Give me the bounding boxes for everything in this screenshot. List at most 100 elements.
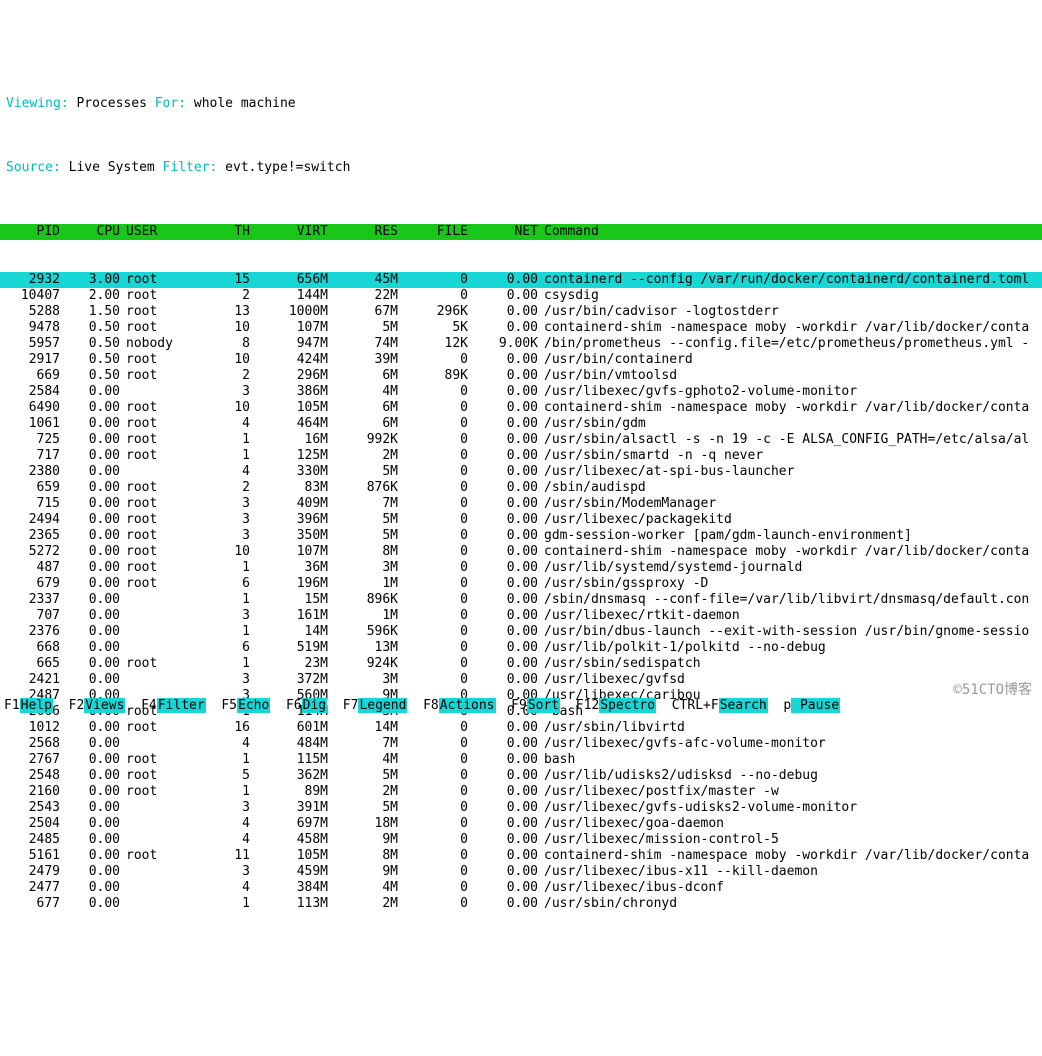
process-row[interactable]: 23370.00115M896K00.00/sbin/dnsmasq --con… xyxy=(0,592,1042,608)
process-row[interactable]: 51610.00root11105M8M00.00containerd-shim… xyxy=(0,848,1042,864)
col-virt[interactable]: VIRT xyxy=(250,224,328,240)
process-row[interactable]: 23800.004330M5M00.00/usr/libexec/at-spi-… xyxy=(0,464,1042,480)
cell-res: 1M xyxy=(328,608,398,624)
fkey-label-CTRL+F[interactable]: Search xyxy=(719,698,768,713)
process-row[interactable]: 24770.004384M4M00.00/usr/libexec/ibus-dc… xyxy=(0,880,1042,896)
cell-cmd: /usr/lib/systemd/systemd-journald xyxy=(538,560,1036,576)
col-net[interactable]: NET xyxy=(468,224,538,240)
process-row[interactable]: 7250.00root116M992K00.00/usr/sbin/alsact… xyxy=(0,432,1042,448)
cell-cmd: /usr/bin/containerd xyxy=(538,352,1036,368)
col-user[interactable]: USER xyxy=(120,224,190,240)
cell-cmd: /usr/sbin/smartd -n -q never xyxy=(538,448,1036,464)
cell-file: 0 xyxy=(398,624,468,640)
process-row[interactable]: 52881.50root131000M67M296K0.00/usr/bin/c… xyxy=(0,304,1042,320)
process-row[interactable]: 6650.00root123M924K00.00/usr/sbin/sedisp… xyxy=(0,656,1042,672)
process-row[interactable]: 7150.00root3409M7M00.00/usr/sbin/ModemMa… xyxy=(0,496,1042,512)
cell-th: 4 xyxy=(190,816,250,832)
cell-file: 0 xyxy=(398,432,468,448)
fkey-label-F5[interactable]: Echo xyxy=(237,698,270,713)
process-row[interactable]: 24210.003372M3M00.00/usr/libexec/gvfsd xyxy=(0,672,1042,688)
cell-pid: 2337 xyxy=(6,592,60,608)
viewing-key: Viewing: xyxy=(6,96,69,111)
process-table-body[interactable]: 29323.00root15656M45M00.00containerd --c… xyxy=(0,272,1042,912)
process-row[interactable]: 7170.00root1125M2M00.00/usr/sbin/smartd … xyxy=(0,448,1042,464)
process-row[interactable]: 94780.50root10107M5M5K0.00containerd-shi… xyxy=(0,320,1042,336)
process-row[interactable]: 24850.004458M9M00.00/usr/libexec/mission… xyxy=(0,832,1042,848)
process-row[interactable]: 6590.00root283M876K00.00/sbin/audispd xyxy=(0,480,1042,496)
process-row[interactable]: 25680.004484M7M00.00/usr/libexec/gvfs-af… xyxy=(0,736,1042,752)
process-row[interactable]: 24790.003459M9M00.00/usr/libexec/ibus-x1… xyxy=(0,864,1042,880)
process-row[interactable]: 4870.00root136M3M00.00/usr/lib/systemd/s… xyxy=(0,560,1042,576)
cell-cmd: bash xyxy=(538,752,1036,768)
cell-cpu: 0.00 xyxy=(60,480,120,496)
for-key: For: xyxy=(155,96,186,111)
process-row[interactable]: 6680.006519M13M00.00/usr/lib/polkit-1/po… xyxy=(0,640,1042,656)
cell-net: 0.00 xyxy=(468,384,538,400)
cell-cmd: /usr/sbin/gssproxy -D xyxy=(538,576,1036,592)
cell-file: 0 xyxy=(398,480,468,496)
fkey-label-F4[interactable]: Filter xyxy=(157,698,206,713)
cell-cmd: /usr/libexec/gvfs-udisks2-volume-monitor xyxy=(538,800,1036,816)
process-row[interactable]: 104072.00root2144M22M00.00csysdig xyxy=(0,288,1042,304)
cell-net: 0.00 xyxy=(468,608,538,624)
cell-pid: 669 xyxy=(6,368,60,384)
process-row[interactable]: 64900.00root10105M6M00.00containerd-shim… xyxy=(0,400,1042,416)
process-row[interactable]: 7070.003161M1M00.00/usr/libexec/rtkit-da… xyxy=(0,608,1042,624)
process-row[interactable]: 6790.00root6196M1M00.00/usr/sbin/gssprox… xyxy=(0,576,1042,592)
cell-virt: 83M xyxy=(250,480,328,496)
fkey-label-F8[interactable]: Actions xyxy=(439,698,496,713)
process-row[interactable]: 59570.50nobody8947M74M12K9.00K/bin/prome… xyxy=(0,336,1042,352)
fkey-label-F12[interactable]: Spectro xyxy=(599,698,656,713)
process-row[interactable]: 25430.003391M5M00.00/usr/libexec/gvfs-ud… xyxy=(0,800,1042,816)
cell-pid: 2380 xyxy=(6,464,60,480)
fkey-label-p[interactable]: Pause xyxy=(791,698,840,713)
cell-res: 5M xyxy=(328,768,398,784)
process-row[interactable]: 21600.00root189M2M00.00/usr/libexec/post… xyxy=(0,784,1042,800)
col-cmd[interactable]: Command xyxy=(538,224,1036,240)
cell-cmd: containerd-shim -namespace moby -workdir… xyxy=(538,544,1036,560)
cell-user xyxy=(120,672,190,688)
col-pid[interactable]: PID xyxy=(6,224,60,240)
process-row[interactable]: 23650.00root3350M5M00.00gdm-session-work… xyxy=(0,528,1042,544)
cell-virt: 350M xyxy=(250,528,328,544)
cell-net: 0.00 xyxy=(468,544,538,560)
process-row[interactable]: 27670.00root1115M4M00.00bash xyxy=(0,752,1042,768)
cell-res: 45M xyxy=(328,272,398,288)
process-row[interactable]: 23760.00114M596K00.00/usr/bin/dbus-launc… xyxy=(0,624,1042,640)
process-row[interactable]: 10610.00root4464M6M00.00/usr/sbin/gdm xyxy=(0,416,1042,432)
cell-pid: 715 xyxy=(6,496,60,512)
cell-res: 4M xyxy=(328,752,398,768)
process-row[interactable]: 25480.00root5362M5M00.00/usr/lib/udisks2… xyxy=(0,768,1042,784)
process-row[interactable]: 24940.00root3396M5M00.00/usr/libexec/pac… xyxy=(0,512,1042,528)
fkey-label-F2[interactable]: Views xyxy=(84,698,125,713)
cell-res: 4M xyxy=(328,880,398,896)
cell-th: 6 xyxy=(190,640,250,656)
col-cpu[interactable]: CPU xyxy=(60,224,120,240)
process-row[interactable]: 25040.004697M18M00.00/usr/libexec/goa-da… xyxy=(0,816,1042,832)
col-res[interactable]: RES xyxy=(328,224,398,240)
fkey-label-F1[interactable]: Help xyxy=(20,698,53,713)
process-row[interactable]: 10120.00root16601M14M00.00/usr/sbin/libv… xyxy=(0,720,1042,736)
cell-virt: 296M xyxy=(250,368,328,384)
cell-user: root xyxy=(120,560,190,576)
col-th[interactable]: TH xyxy=(190,224,250,240)
cell-virt: 484M xyxy=(250,736,328,752)
process-row[interactable]: 25840.003386M4M00.00/usr/libexec/gvfs-gp… xyxy=(0,384,1042,400)
fkey-label-F7[interactable]: Legend xyxy=(358,698,407,713)
fkey-label-F9[interactable]: Sort xyxy=(527,698,560,713)
cell-th: 2 xyxy=(190,288,250,304)
cell-net: 0.00 xyxy=(468,768,538,784)
process-row[interactable]: 6770.001113M2M00.00/usr/sbin/chronyd xyxy=(0,896,1042,912)
process-row[interactable]: 6690.50root2296M6M89K0.00/usr/bin/vmtool… xyxy=(0,368,1042,384)
process-row[interactable]: 52720.00root10107M8M00.00containerd-shim… xyxy=(0,544,1042,560)
cell-pid: 2932 xyxy=(6,272,60,288)
cell-pid: 5272 xyxy=(6,544,60,560)
process-row[interactable]: 29170.50root10424M39M00.00/usr/bin/conta… xyxy=(0,352,1042,368)
col-file[interactable]: FILE xyxy=(398,224,468,240)
cell-virt: 105M xyxy=(250,400,328,416)
process-row[interactable]: 29323.00root15656M45M00.00containerd --c… xyxy=(0,272,1042,288)
cell-net: 0.00 xyxy=(468,752,538,768)
fkey-label-F6[interactable]: Dig xyxy=(302,698,327,713)
column-header-row[interactable]: PID CPU USER TH VIRT RES FILE NET Comman… xyxy=(0,224,1042,240)
cell-user: root xyxy=(120,528,190,544)
